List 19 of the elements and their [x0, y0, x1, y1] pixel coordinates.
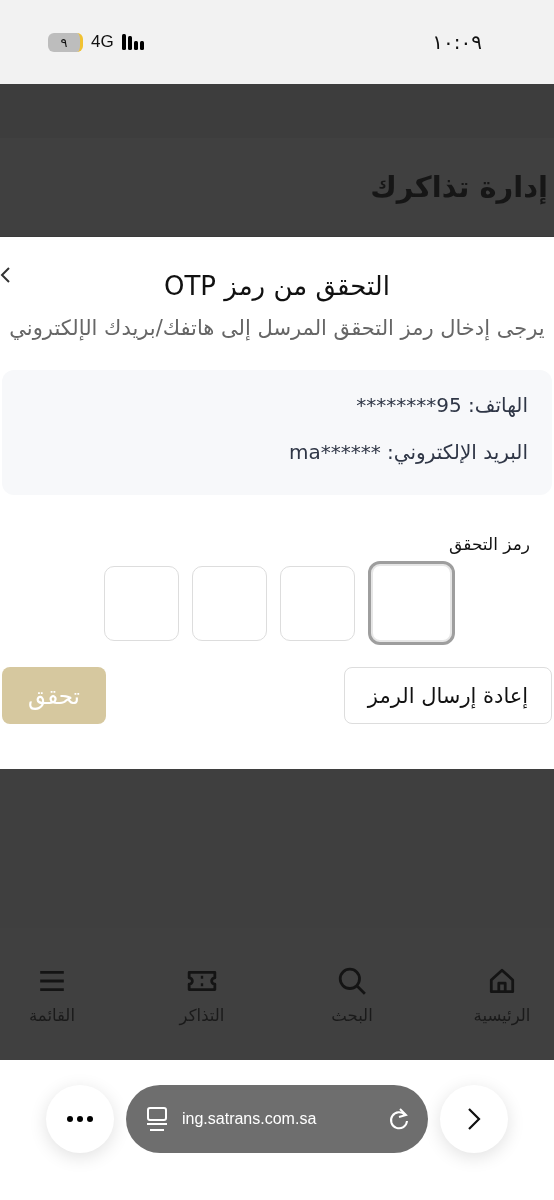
dialog-title: التحقق من رمز OTP — [164, 270, 390, 304]
code-input-field[interactable] — [368, 561, 455, 645]
search-icon[interactable] — [337, 966, 367, 996]
network-label: 4G — [91, 32, 114, 52]
url-text: ing.satrans.com.sa — [182, 1110, 318, 1128]
verify-button[interactable]: تحقق — [2, 667, 106, 724]
address-bar[interactable]: ing.satrans.com.sa — [126, 1085, 428, 1153]
home-icon[interactable] — [487, 966, 517, 996]
more-icon — [67, 1116, 93, 1122]
clock-time: ١٠:٠٩ — [432, 30, 482, 54]
resend-button[interactable]: إعادة إرسال الرمز — [344, 667, 552, 724]
signal-icon — [121, 34, 146, 50]
code-label: رمز التحقق — [448, 533, 530, 555]
back-chevron-icon[interactable] — [0, 267, 10, 283]
chevron-right-icon — [467, 1107, 481, 1131]
battery-indicator: ٩ — [48, 32, 83, 52]
tab-overview-icon[interactable] — [146, 1106, 168, 1132]
reload-icon[interactable] — [388, 1107, 410, 1131]
dialog-subtitle: يرجى إدخال رمز التحقق المرسل إلى هاتفك/بريدك الإلكتروني — [8, 315, 546, 343]
